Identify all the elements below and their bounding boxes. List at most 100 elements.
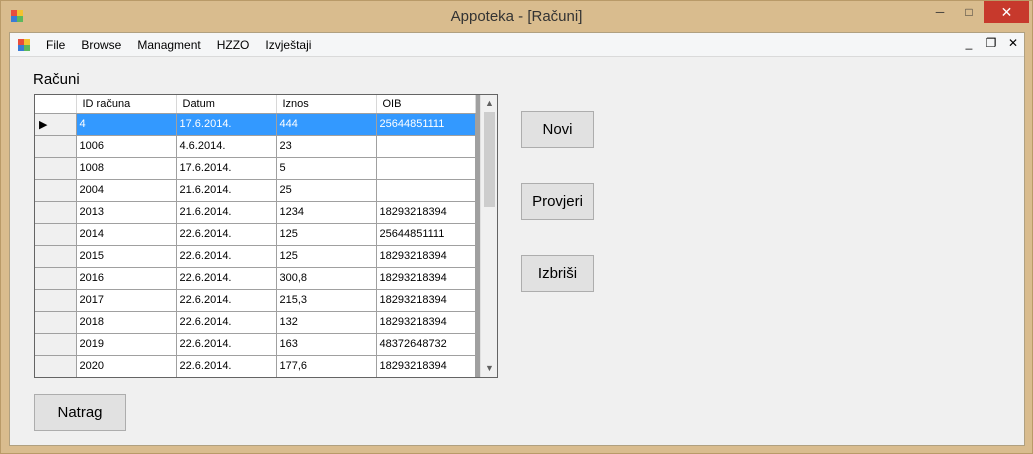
cell-iznos[interactable]: 132	[276, 311, 377, 334]
row-header[interactable]	[35, 179, 77, 202]
cell-datum[interactable]: 17.6.2014.	[176, 113, 277, 136]
table-row[interactable]: 2004 21.6.2014. 25	[35, 179, 476, 202]
cell-oib[interactable]	[376, 135, 476, 158]
invoices-grid[interactable]: ID računa Datum Iznos OIB ▶ 4 17.6.2014. 44…	[34, 94, 498, 378]
column-header-id[interactable]: ID računa	[76, 95, 177, 114]
title-bar[interactable]: Appoteka - [Računi] ─ □ ✕	[1, 1, 1032, 32]
cell-iznos[interactable]: 163	[276, 333, 377, 356]
cell-iznos[interactable]: 300,8	[276, 267, 377, 290]
table-row[interactable]: 1006 4.6.2014. 23	[35, 135, 476, 158]
cell-datum[interactable]: 22.6.2014.	[176, 333, 277, 356]
cell-id[interactable]: 2013	[76, 201, 177, 224]
cell-oib[interactable]: 18293218394	[376, 289, 476, 312]
row-header[interactable]	[35, 157, 77, 180]
cell-datum[interactable]: 22.6.2014.	[176, 311, 277, 334]
table-row[interactable]: 1008 17.6.2014. 5	[35, 157, 476, 180]
cell-datum[interactable]: 22.6.2014.	[176, 355, 277, 377]
cell-iznos[interactable]: 1234	[276, 201, 377, 224]
cell-id[interactable]: 2004	[76, 179, 177, 202]
table-row[interactable]: 2020 22.6.2014. 177,6 18293218394	[35, 355, 476, 377]
menu-file[interactable]: File	[38, 34, 73, 56]
row-header[interactable]: ▶	[35, 113, 77, 136]
row-header[interactable]	[35, 267, 77, 290]
close-button[interactable]: ✕	[984, 1, 1029, 23]
table-row[interactable]: 2018 22.6.2014. 132 18293218394	[35, 311, 476, 334]
cell-datum[interactable]: 22.6.2014.	[176, 267, 277, 290]
cell-iznos[interactable]: 23	[276, 135, 377, 158]
cell-id[interactable]: 2014	[76, 223, 177, 246]
cell-datum[interactable]: 21.6.2014.	[176, 201, 277, 224]
grid-body: ▶ 4 17.6.2014. 444 25644851111 1006 4.6.2014. 2…	[35, 113, 476, 377]
cell-id[interactable]: 2019	[76, 333, 177, 356]
cell-iznos[interactable]: 215,3	[276, 289, 377, 312]
cell-oib[interactable]	[376, 157, 476, 180]
cell-iznos[interactable]: 5	[276, 157, 377, 180]
row-header[interactable]	[35, 223, 77, 246]
menu-hzzo[interactable]: HZZO	[209, 34, 258, 56]
column-header-datum[interactable]: Datum	[176, 95, 277, 114]
cell-id[interactable]: 4	[76, 113, 177, 136]
cell-oib[interactable]: 18293218394	[376, 355, 476, 377]
natrag-button[interactable]: Natrag	[34, 394, 126, 431]
scroll-up-icon[interactable]: ▲	[481, 95, 497, 112]
cell-id[interactable]: 2018	[76, 311, 177, 334]
cell-datum[interactable]: 17.6.2014.	[176, 157, 277, 180]
cell-id[interactable]: 2017	[76, 289, 177, 312]
cell-oib[interactable]: 18293218394	[376, 201, 476, 224]
cell-datum[interactable]: 22.6.2014.	[176, 245, 277, 268]
minimize-button[interactable]: ─	[927, 1, 953, 23]
table-row[interactable]: 2017 22.6.2014. 215,3 18293218394	[35, 289, 476, 312]
cell-iznos[interactable]: 125	[276, 223, 377, 246]
scroll-thumb[interactable]	[484, 112, 495, 207]
cell-datum[interactable]: 22.6.2014.	[176, 223, 277, 246]
scroll-down-icon[interactable]: ▼	[481, 360, 497, 377]
table-row[interactable]: ▶ 4 17.6.2014. 444 25644851111	[35, 113, 476, 136]
cell-id[interactable]: 2015	[76, 245, 177, 268]
row-header[interactable]	[35, 201, 77, 224]
row-header[interactable]	[35, 333, 77, 356]
column-header-iznos[interactable]: Iznos	[276, 95, 377, 114]
cell-id[interactable]: 2020	[76, 355, 177, 377]
cell-id[interactable]: 1006	[76, 135, 177, 158]
cell-datum[interactable]: 22.6.2014.	[176, 289, 277, 312]
header-row: ID računa Datum Iznos OIB	[35, 95, 476, 114]
mdi-minimize-button[interactable]: _	[962, 36, 976, 50]
cell-id[interactable]: 1008	[76, 157, 177, 180]
cell-oib[interactable]: 18293218394	[376, 311, 476, 334]
row-header[interactable]	[35, 289, 77, 312]
cell-oib[interactable]: 25644851111	[376, 113, 476, 136]
table-row[interactable]: 2014 22.6.2014. 125 25644851111	[35, 223, 476, 246]
cell-oib[interactable]: 25644851111	[376, 223, 476, 246]
menu-managment[interactable]: Managment	[129, 34, 208, 56]
cell-iznos[interactable]: 177,6	[276, 355, 377, 377]
row-header[interactable]	[35, 311, 77, 334]
table-row[interactable]: 2013 21.6.2014. 1234 18293218394	[35, 201, 476, 224]
mdi-child-icon[interactable]	[16, 37, 32, 53]
vertical-scrollbar[interactable]: ▲ ▼	[480, 95, 497, 377]
cell-oib[interactable]: 48372648732	[376, 333, 476, 356]
menu-browse[interactable]: Browse	[73, 34, 129, 56]
cell-oib[interactable]: 18293218394	[376, 245, 476, 268]
menu-izvjestaji[interactable]: Izvještaji	[257, 34, 319, 56]
cell-oib[interactable]	[376, 179, 476, 202]
novi-button[interactable]: Novi	[521, 111, 594, 148]
provjeri-button[interactable]: Provjeri	[521, 183, 594, 220]
table-row[interactable]: 2016 22.6.2014. 300,8 18293218394	[35, 267, 476, 290]
table-row[interactable]: 2015 22.6.2014. 125 18293218394	[35, 245, 476, 268]
mdi-close-button[interactable]: ✕	[1006, 36, 1020, 50]
cell-iznos[interactable]: 125	[276, 245, 377, 268]
cell-iznos[interactable]: 25	[276, 179, 377, 202]
table-row[interactable]: 2019 22.6.2014. 163 48372648732	[35, 333, 476, 356]
cell-id[interactable]: 2016	[76, 267, 177, 290]
izbrisi-button[interactable]: Izbriši	[521, 255, 594, 292]
maximize-button[interactable]: □	[956, 1, 982, 23]
cell-datum[interactable]: 21.6.2014.	[176, 179, 277, 202]
cell-datum[interactable]: 4.6.2014.	[176, 135, 277, 158]
column-header-oib[interactable]: OIB	[376, 95, 476, 114]
cell-oib[interactable]: 18293218394	[376, 267, 476, 290]
row-header[interactable]	[35, 135, 77, 158]
cell-iznos[interactable]: 444	[276, 113, 377, 136]
row-header[interactable]	[35, 355, 77, 377]
mdi-restore-button[interactable]: ❐	[984, 36, 998, 50]
row-header[interactable]	[35, 245, 77, 268]
